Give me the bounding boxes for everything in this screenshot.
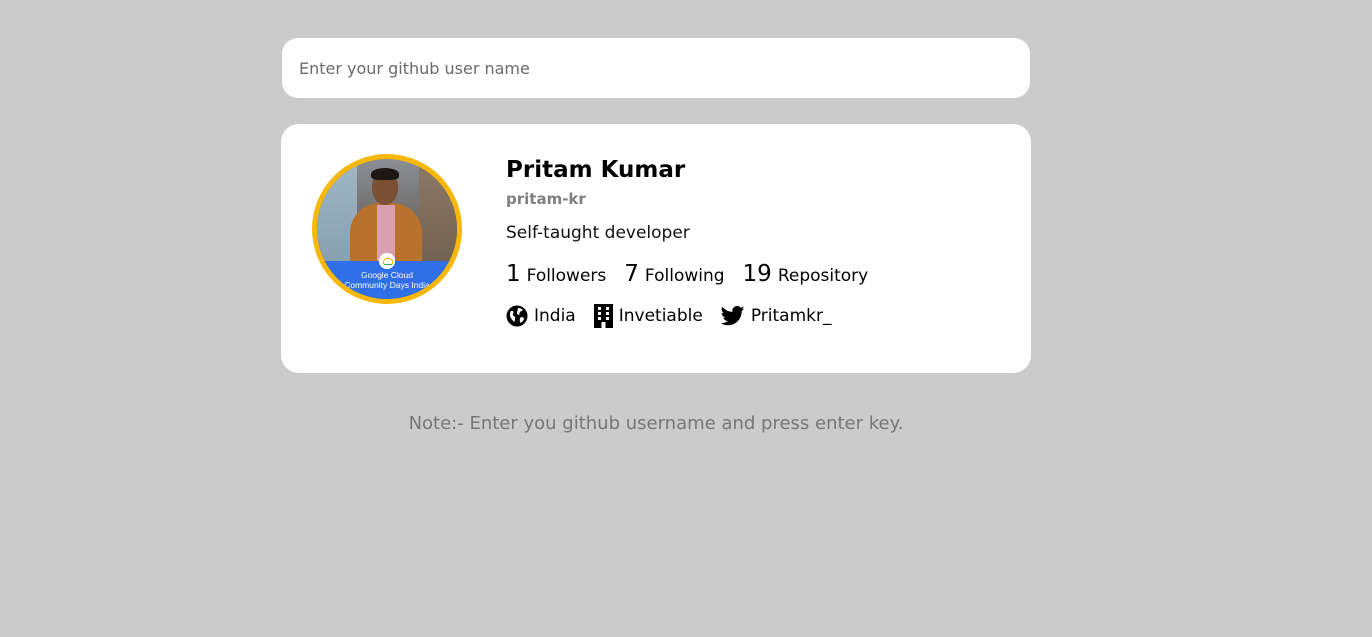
company-text: Invetiable <box>618 306 703 326</box>
repository-label: Repository <box>777 266 869 286</box>
profile-links: India Invetiable Pritamkr_ <box>506 304 849 328</box>
twitter-icon <box>720 306 745 326</box>
globe-icon <box>506 305 528 327</box>
avatar-banner-text: Google Cloud Community Days India <box>344 270 430 290</box>
location-text: India <box>534 306 576 326</box>
avatar: Google Cloud Community Days India <box>312 154 462 304</box>
repository-stat: 19 Repository <box>743 261 869 287</box>
twitter-handle[interactable]: Pritamkr_ <box>751 306 832 326</box>
username-search-input[interactable] <box>282 38 1030 98</box>
usage-note: Note:- Enter you github username and pre… <box>408 413 904 434</box>
following-stat: 7 Following <box>624 261 724 287</box>
company-item: Invetiable <box>593 304 703 328</box>
twitter-item[interactable]: Pritamkr_ <box>720 306 832 326</box>
following-label: Following <box>644 266 725 286</box>
avatar-banner: Google Cloud Community Days India <box>317 253 457 299</box>
avatar-photo: Google Cloud Community Days India <box>317 159 457 299</box>
building-icon <box>593 304 613 328</box>
profile-stats: 1 Followers 7 Following 19 Repository <box>506 261 886 287</box>
profile-name: Pritam Kumar <box>506 157 686 183</box>
search-box[interactable] <box>282 38 1030 98</box>
profile-bio: Self-taught developer <box>506 223 690 243</box>
repository-count: 19 <box>742 261 772 287</box>
followers-label: Followers <box>526 266 607 286</box>
profile-card: Google Cloud Community Days India Pritam… <box>281 124 1031 373</box>
followers-count: 1 <box>506 261 521 287</box>
google-cloud-logo-icon <box>379 253 395 269</box>
profile-username: pritam-kr <box>506 190 586 208</box>
followers-stat: 1 Followers <box>506 261 606 287</box>
location-item: India <box>506 305 576 327</box>
following-count: 7 <box>624 261 639 287</box>
